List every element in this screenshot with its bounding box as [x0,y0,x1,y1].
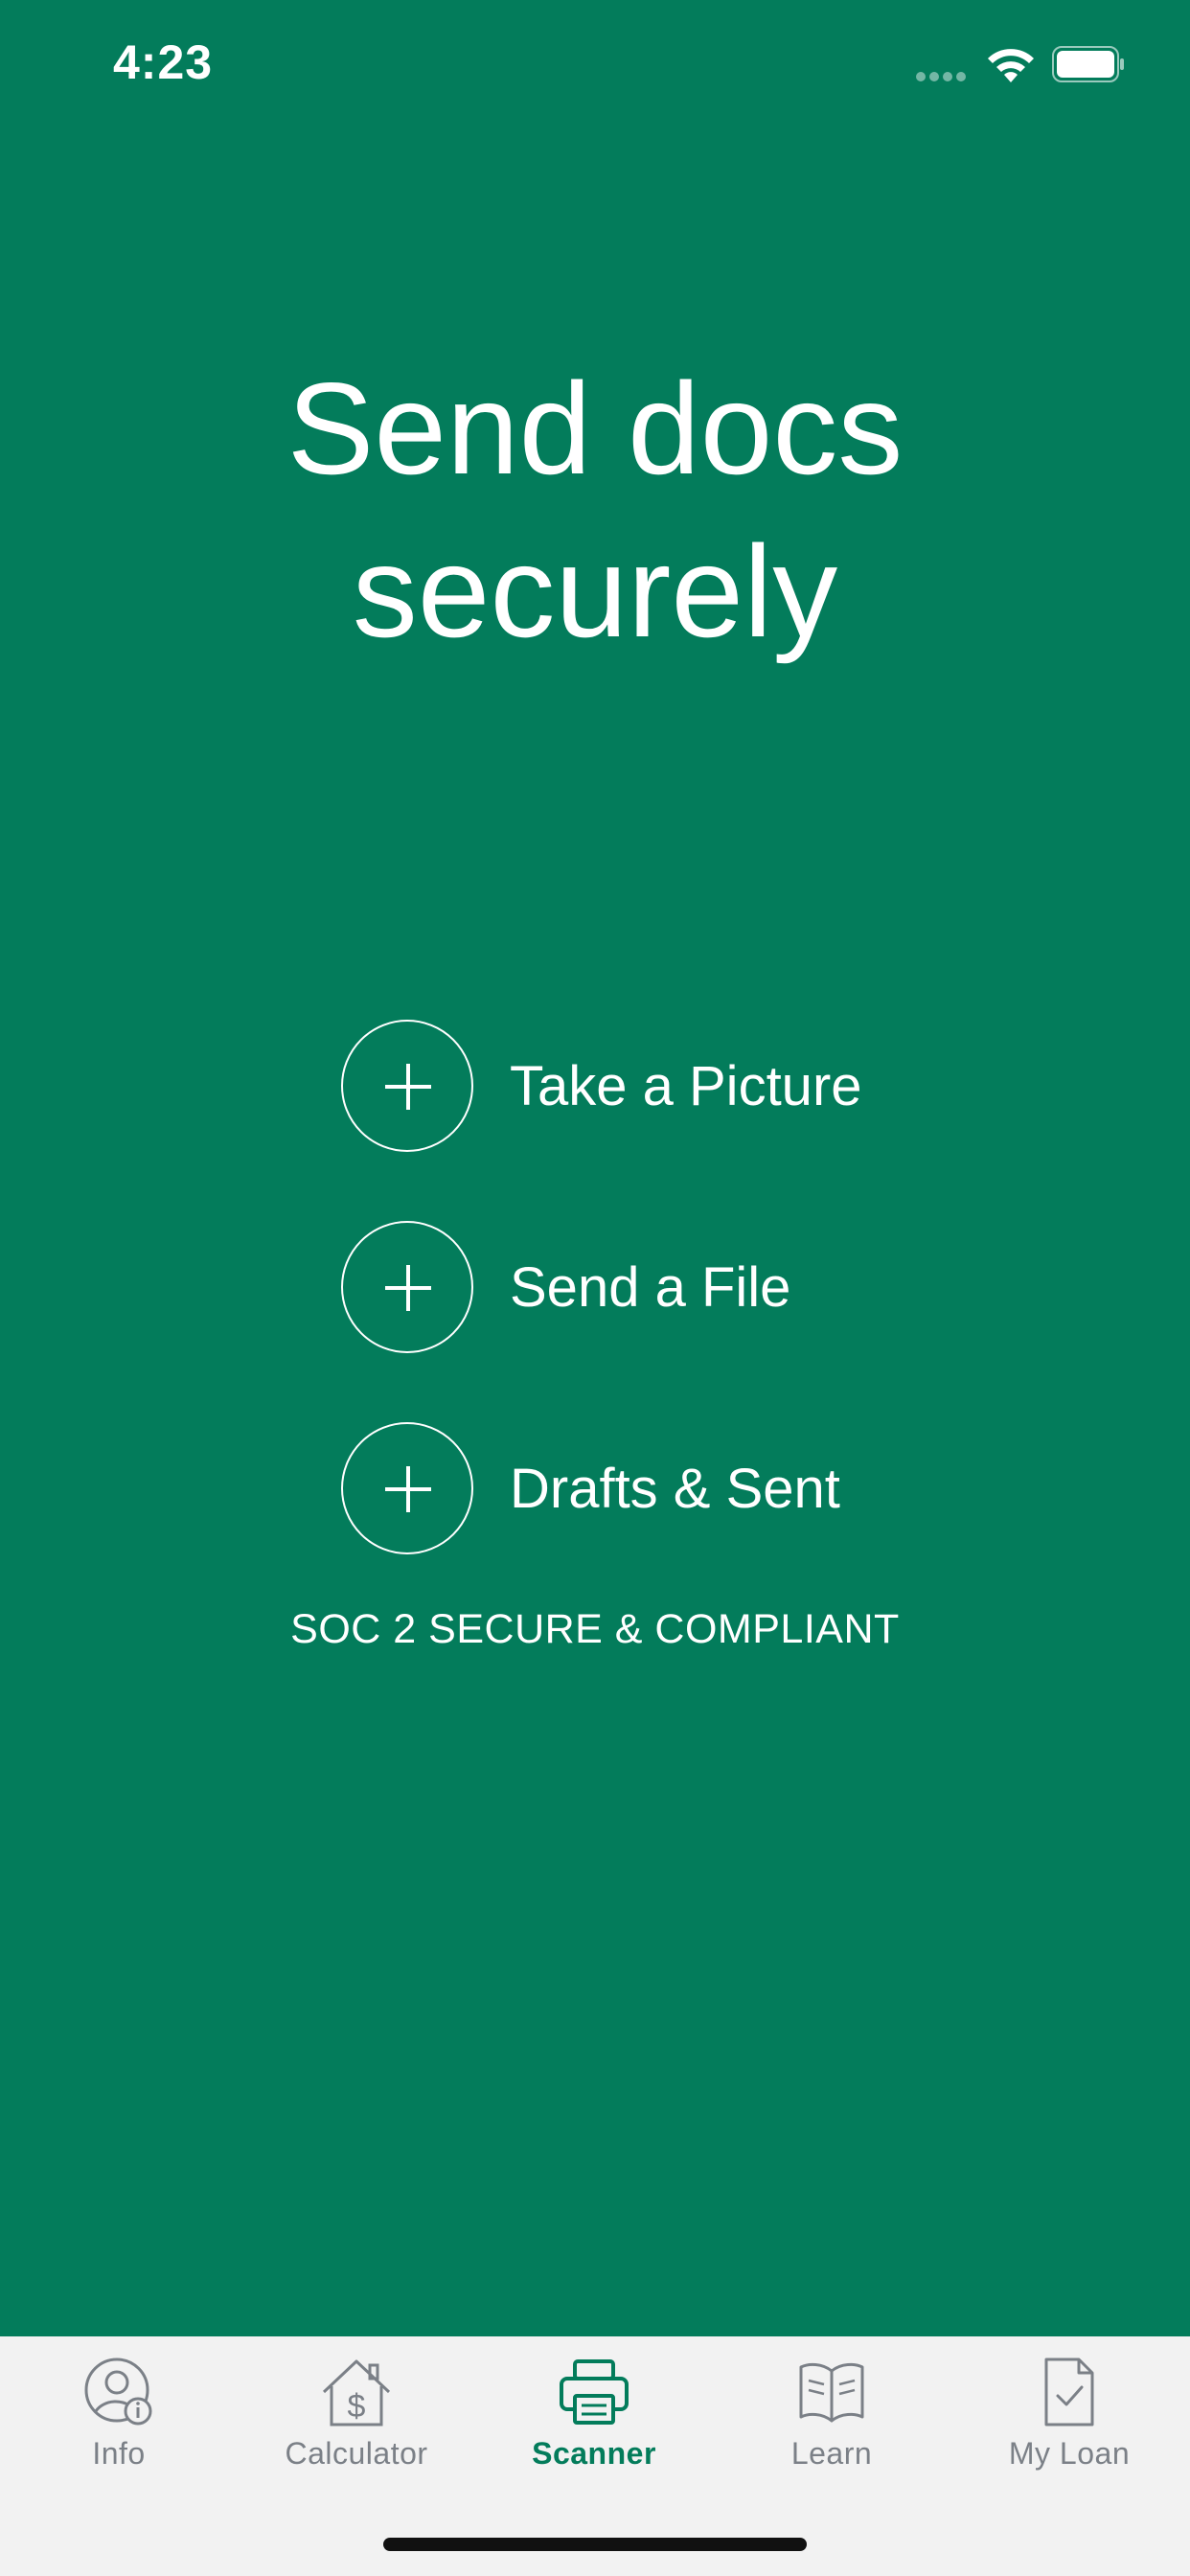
page-title: Send docs securely [0,347,1190,673]
send-file-label[interactable]: Send a File [510,1257,790,1319]
open-book-icon [799,2362,864,2423]
send-file-button[interactable]: Send a File [341,1221,916,1353]
drafts-sent-button[interactable]: Drafts & Sent [341,1422,916,1554]
house-dollar-icon: $ [322,2359,391,2426]
wifi-icon [988,49,1034,82]
printer-icon [560,2359,629,2425]
tab-scanner-label: Scanner [532,2436,656,2471]
status-time: 4:23 [113,35,214,89]
plus-icon [385,1265,431,1311]
compliance-notice: SOC 2 SECURE & COMPLIANT [290,1606,900,1652]
svg-text:$: $ [348,2388,366,2425]
drafts-sent-label[interactable]: Drafts & Sent [510,1459,840,1520]
page-title-line-1: Send docs [286,356,904,501]
tab-learn[interactable]: Learn [713,2354,950,2497]
cellular-signal-icon [916,69,973,81]
tab-info[interactable]: Info [0,2354,238,2497]
tab-learn-label: Learn [790,2436,873,2471]
tab-calculator-label: Calculator [285,2436,428,2471]
circle-button[interactable] [341,1020,473,1152]
plus-icon [385,1466,431,1512]
tab-scanner[interactable]: Scanner [475,2354,713,2497]
circle-button[interactable] [341,1221,473,1353]
plus-icon [385,1064,431,1110]
tab-calculator[interactable]: $ Calculator [238,2354,475,2497]
take-picture-label[interactable]: Take a Picture [510,1056,862,1117]
tab-my-loan-label: My Loan [1008,2436,1131,2471]
status-bar: 4:23 [0,0,1190,126]
page-title-line-2: securely [352,518,838,664]
tab-info-label: Info [92,2436,146,2471]
document-check-icon [1044,2358,1094,2426]
user-info-icon [84,2358,152,2426]
tab-my-loan[interactable]: My Loan [950,2354,1188,2497]
circle-button[interactable] [341,1422,473,1554]
take-picture-button[interactable]: Take a Picture [341,1020,916,1152]
home-indicator[interactable] [383,2538,807,2551]
battery-icon [1052,46,1124,82]
